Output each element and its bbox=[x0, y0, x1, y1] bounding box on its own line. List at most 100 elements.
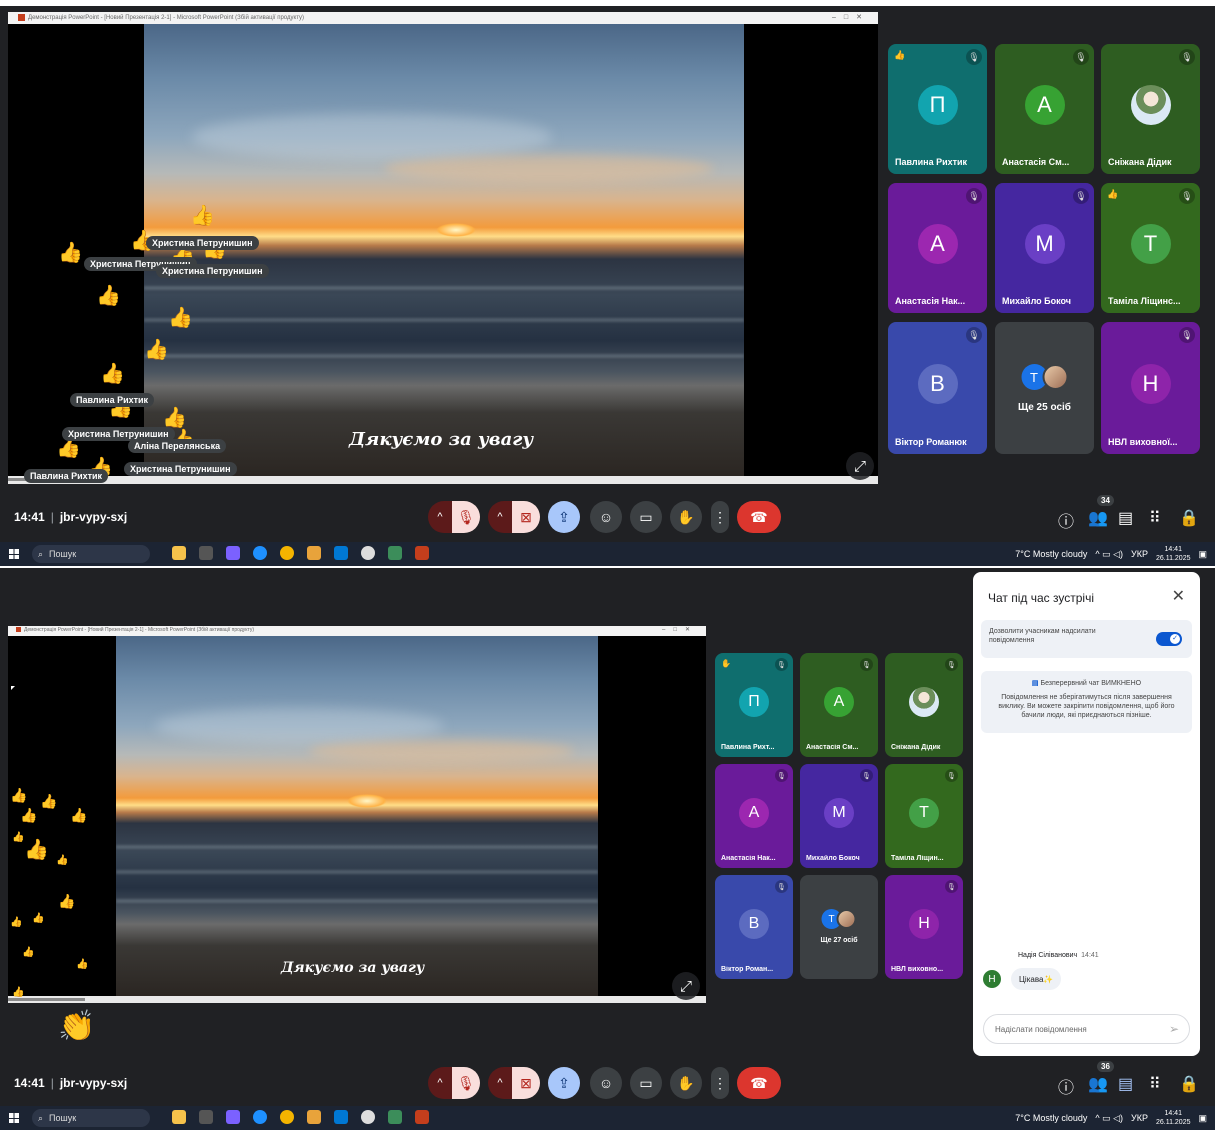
mic-toggle-button[interactable]: 🎙 bbox=[452, 1067, 480, 1099]
host-controls-icon[interactable]: 🔒 bbox=[1179, 1074, 1199, 1094]
copilot-icon[interactable] bbox=[172, 1110, 186, 1124]
participant-tile[interactable]: 🎙 Т Таміла Ліщин... bbox=[885, 764, 963, 868]
leave-call-button[interactable]: ☎ bbox=[737, 1067, 781, 1099]
meet-icon[interactable] bbox=[388, 546, 402, 560]
close-icon[interactable]: ✕ bbox=[1172, 586, 1185, 606]
powerpoint-window-titlebar[interactable]: Демонстрація PowerPoint - [Новий Презент… bbox=[8, 12, 878, 24]
tray-icons[interactable]: ^ ▭ ◁) bbox=[1095, 1113, 1123, 1124]
participant-tile[interactable]: ✋ 🎙 П Павлина Рихт... bbox=[715, 653, 793, 757]
clock[interactable]: 14:41 26.11.2025 bbox=[1156, 1109, 1191, 1127]
message-bubble: Цікава✨ bbox=[1011, 968, 1062, 990]
allow-messages-toggle[interactable] bbox=[1156, 632, 1182, 646]
language[interactable]: УКР bbox=[1131, 1113, 1148, 1123]
participant-name: Таміла Ліщинс... bbox=[1108, 296, 1181, 306]
powerpoint-window-titlebar[interactable]: Демонстрація PowerPoint - [Новий Презент… bbox=[8, 626, 706, 636]
clock[interactable]: 14:41 26.11.2025 bbox=[1156, 545, 1191, 563]
window-controls[interactable]: –□✕ bbox=[662, 626, 698, 633]
participant-tile[interactable]: 🎙 Сніжана Дідик bbox=[885, 653, 963, 757]
chrome-icon[interactable] bbox=[280, 1110, 294, 1124]
avatar: А bbox=[824, 687, 854, 717]
leave-call-button[interactable]: ☎ bbox=[737, 501, 781, 533]
app-icon[interactable] bbox=[361, 1110, 375, 1124]
mic-options-button[interactable]: ^ bbox=[428, 501, 452, 533]
copilot-icon[interactable] bbox=[172, 546, 186, 560]
weather[interactable]: 7°C Mostly cloudy bbox=[1015, 1113, 1087, 1123]
meet-icon[interactable] bbox=[388, 1110, 402, 1124]
info-icon[interactable]: ⓘ bbox=[1058, 1074, 1074, 1098]
people-icon[interactable]: 👥 bbox=[1088, 1074, 1108, 1094]
more-participants-tile[interactable]: Т Ще 25 осіб bbox=[995, 322, 1094, 454]
participant-tile[interactable]: 🎙 В Віктор Романюк bbox=[888, 322, 987, 454]
notifications-icon[interactable]: ▣ bbox=[1198, 549, 1207, 560]
powerpoint-taskbar-icon[interactable] bbox=[415, 1110, 429, 1124]
people-icon[interactable]: 👥 bbox=[1088, 508, 1108, 528]
info-icon[interactable]: ⓘ bbox=[1058, 508, 1074, 532]
participant-tile[interactable]: 🎙 А Анастасія См... bbox=[995, 44, 1094, 174]
notifications-icon[interactable]: ▣ bbox=[1198, 1113, 1207, 1124]
app-icon[interactable] bbox=[226, 1110, 240, 1124]
captions-button[interactable]: ▭ bbox=[630, 1067, 662, 1099]
participant-tile[interactable]: 🎙 В Віктор Роман... bbox=[715, 875, 793, 979]
file-explorer-icon[interactable] bbox=[307, 546, 321, 560]
window-controls[interactable]: –□✕ bbox=[832, 13, 870, 21]
task-view-icon[interactable] bbox=[199, 546, 213, 560]
activities-icon[interactable]: ⠿ bbox=[1149, 508, 1161, 528]
chat-icon[interactable]: ▤ bbox=[1118, 1074, 1133, 1094]
participant-name: Віктор Роман... bbox=[721, 966, 774, 973]
taskbar-search[interactable]: ⌕ Пошук bbox=[32, 545, 150, 563]
tray-icons[interactable]: ^ ▭ ◁) bbox=[1095, 549, 1123, 560]
app-icon[interactable] bbox=[334, 1110, 348, 1124]
mic-options-button[interactable]: ^ bbox=[428, 1067, 452, 1099]
chat-icon[interactable]: ▤ bbox=[1118, 508, 1133, 528]
camera-options-button[interactable]: ^ bbox=[488, 501, 512, 533]
participant-tile[interactable]: 🎙 М Михайло Бокоч bbox=[995, 183, 1094, 313]
expand-icon[interactable]: ⤢ bbox=[672, 972, 700, 1000]
participant-tile[interactable]: 👍 🎙 П Павлина Рихтик bbox=[888, 44, 987, 174]
captions-button[interactable]: ▭ bbox=[630, 501, 662, 533]
raise-hand-button[interactable]: ✋ bbox=[670, 1067, 702, 1099]
app-icon[interactable] bbox=[361, 546, 375, 560]
file-explorer-icon[interactable] bbox=[307, 1110, 321, 1124]
app-icon[interactable] bbox=[334, 546, 348, 560]
camera-options-button[interactable]: ^ bbox=[488, 1067, 512, 1099]
participant-tile[interactable]: 🎙 Н НВЛ виховної... bbox=[1101, 322, 1200, 454]
chat-message-input[interactable]: Надіслати повідомлення ➢ bbox=[983, 1014, 1190, 1044]
more-options-button[interactable]: ⋮ bbox=[711, 501, 729, 533]
participant-tile[interactable]: 🎙 А Анастасія Нак... bbox=[715, 764, 793, 868]
raise-hand-button[interactable]: ✋ bbox=[670, 501, 702, 533]
windows-start-icon[interactable] bbox=[9, 1113, 19, 1123]
camera-toggle-button[interactable]: ⊠ bbox=[512, 1067, 540, 1099]
windows-taskbar: ⌕ Пошук 7°C Mostly cloudy ^ ▭ ◁) УКР 14:4… bbox=[0, 542, 1215, 566]
send-icon[interactable]: ➢ bbox=[1169, 1022, 1179, 1036]
weather[interactable]: 7°C Mostly cloudy bbox=[1015, 549, 1087, 559]
participant-tile[interactable]: 🎙 А Анастасія Нак... bbox=[888, 183, 987, 313]
edge-icon[interactable] bbox=[253, 1110, 267, 1124]
mic-toggle-button[interactable]: 🎙 bbox=[452, 501, 480, 533]
language[interactable]: УКР bbox=[1131, 549, 1148, 559]
reactions-button[interactable]: ☺ bbox=[590, 501, 622, 533]
chat-icon: ▤ bbox=[1031, 680, 1039, 687]
participant-tile[interactable]: 🎙 Н НВЛ виховно... bbox=[885, 875, 963, 979]
more-participants-tile[interactable]: Т Ще 27 осіб bbox=[800, 875, 878, 979]
present-button[interactable]: ⇪ bbox=[548, 1067, 580, 1099]
powerpoint-taskbar-icon[interactable] bbox=[415, 546, 429, 560]
task-view-icon[interactable] bbox=[199, 1110, 213, 1124]
chrome-icon[interactable] bbox=[280, 546, 294, 560]
host-controls-icon[interactable]: 🔒 bbox=[1179, 508, 1199, 528]
participant-tile[interactable]: 🎙 М Михайло Бокоч bbox=[800, 764, 878, 868]
activities-icon[interactable]: ⠿ bbox=[1149, 1074, 1161, 1094]
thumbs-up-icon: 👍 bbox=[76, 959, 89, 970]
present-button[interactable]: ⇪ bbox=[548, 501, 580, 533]
taskbar-search[interactable]: ⌕ Пошук bbox=[32, 1109, 150, 1127]
edge-icon[interactable] bbox=[253, 546, 267, 560]
participant-tile[interactable]: 🎙 Сніжана Дідик bbox=[1101, 44, 1200, 174]
app-icon[interactable] bbox=[226, 546, 240, 560]
more-options-button[interactable]: ⋮ bbox=[711, 1067, 729, 1099]
reactions-button[interactable]: ☺ bbox=[590, 1067, 622, 1099]
camera-toggle-button[interactable]: ⊠ bbox=[512, 501, 540, 533]
captions-icon: ▭ bbox=[639, 508, 653, 525]
participant-tile[interactable]: 👍 🎙 Т Таміла Ліщинс... bbox=[1101, 183, 1200, 313]
expand-icon[interactable]: ⤢ bbox=[846, 452, 874, 480]
windows-start-icon[interactable] bbox=[9, 549, 19, 559]
participant-tile[interactable]: 🎙 А Анастасія См... bbox=[800, 653, 878, 757]
